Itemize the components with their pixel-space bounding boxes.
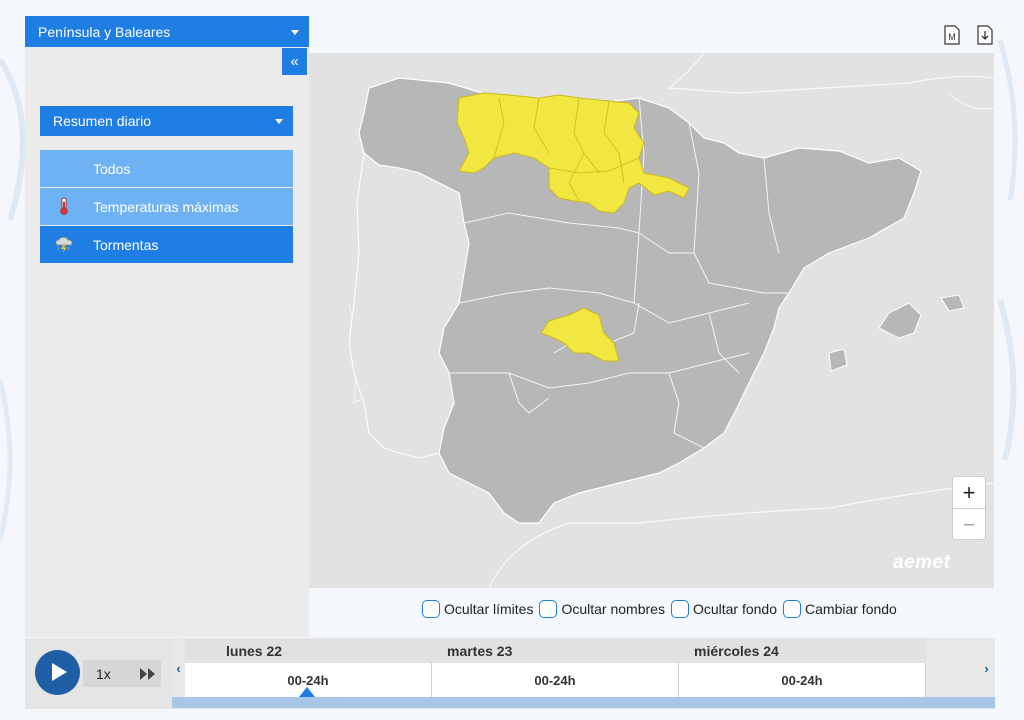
day-slot[interactable]: 00-24h bbox=[432, 663, 679, 697]
download-icon[interactable] bbox=[977, 25, 993, 45]
thermometer-icon bbox=[60, 197, 68, 215]
day-slot[interactable]: 00-24h bbox=[679, 663, 926, 697]
option-label: Ocultar fondo bbox=[692, 601, 778, 617]
caret-down-icon bbox=[291, 29, 299, 35]
map-canvas[interactable] bbox=[309, 53, 994, 588]
checkbox-icon[interactable] bbox=[783, 600, 802, 618]
option-hide-background[interactable]: Ocultar fondo bbox=[670, 600, 778, 618]
speed-control: 1x bbox=[83, 660, 161, 687]
day-name: martes 23 bbox=[432, 639, 679, 663]
layer-item-label: Temperaturas máximas bbox=[93, 198, 239, 215]
summary-selector[interactable]: Resumen diario bbox=[40, 106, 293, 136]
chevron-right-icon: › bbox=[984, 660, 989, 676]
collapse-panel-button[interactable]: « bbox=[282, 48, 307, 75]
option-hide-limits[interactable]: Ocultar límites bbox=[422, 600, 533, 618]
timeline-marker[interactable] bbox=[299, 687, 315, 697]
day-column: martes 23 00-24h bbox=[432, 639, 679, 697]
caret-down-icon bbox=[275, 119, 283, 124]
checkbox-icon[interactable] bbox=[539, 600, 558, 618]
layer-item-temperaturas[interactable]: Temperaturas máximas bbox=[40, 188, 293, 225]
double-chevron-left-icon: « bbox=[290, 53, 299, 70]
zoom-in-button[interactable]: + bbox=[953, 477, 985, 508]
fast-forward-icon[interactable] bbox=[139, 667, 157, 681]
option-label: Cambiar fondo bbox=[805, 601, 897, 617]
layer-item-label: Todos bbox=[93, 160, 131, 177]
map-options: Ocultar límites Ocultar nombres Ocultar … bbox=[422, 598, 903, 620]
aemet-logo: aemet bbox=[893, 552, 951, 573]
option-hide-names[interactable]: Ocultar nombres bbox=[539, 600, 665, 618]
zoom-control: + − bbox=[952, 476, 986, 540]
option-label: Ocultar nombres bbox=[561, 601, 665, 617]
day-strip: ‹ lunes 22 00-24h martes 23 00-24h miérc… bbox=[172, 639, 995, 697]
timeline-progress[interactable] bbox=[172, 697, 995, 708]
zoom-out-button[interactable]: − bbox=[953, 508, 985, 540]
next-day-button[interactable]: › bbox=[980, 639, 993, 697]
day-name: lunes 22 bbox=[185, 639, 432, 663]
region-selector-label: Península y Baleares bbox=[38, 23, 171, 40]
speed-selector[interactable]: 1x bbox=[96, 666, 111, 682]
option-label: Ocultar límites bbox=[444, 601, 534, 617]
markdown-icon[interactable]: M bbox=[944, 25, 960, 45]
summary-selector-label: Resumen diario bbox=[53, 113, 152, 129]
play-icon bbox=[52, 663, 67, 681]
layer-item-tormentas[interactable]: Tormentas bbox=[40, 226, 293, 263]
chevron-left-icon: ‹ bbox=[176, 660, 181, 676]
checkbox-icon[interactable] bbox=[670, 600, 689, 618]
day-column: miércoles 24 00-24h bbox=[679, 639, 926, 697]
storm-icon bbox=[55, 237, 73, 253]
region-selector[interactable]: Península y Baleares bbox=[25, 16, 309, 47]
day-name: miércoles 24 bbox=[679, 639, 926, 663]
spain-map bbox=[348, 53, 994, 588]
play-button[interactable] bbox=[35, 650, 80, 695]
option-change-background[interactable]: Cambiar fondo bbox=[783, 600, 897, 618]
layer-item-todos[interactable]: Todos bbox=[40, 150, 293, 187]
prev-day-button[interactable]: ‹ bbox=[172, 639, 185, 697]
checkbox-icon[interactable] bbox=[422, 600, 440, 618]
layer-item-label: Tormentas bbox=[93, 236, 159, 253]
markdown-icon-label: M bbox=[948, 32, 956, 42]
